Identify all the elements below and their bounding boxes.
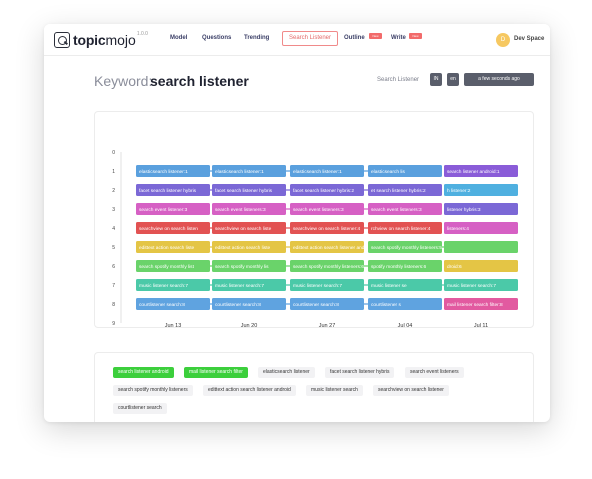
rank-pill-label: music listener search:7 [447, 283, 496, 289]
nav-model[interactable]: Model [170, 35, 187, 41]
nav-write[interactable]: Write [391, 35, 406, 41]
rank-pill-label: search spotify monthly listeners:5 [371, 245, 442, 251]
rank-pill-label: elasticsearch listener:1 [215, 169, 264, 175]
keyword-chip[interactable]: searchview on search listener [373, 385, 449, 396]
rank-pill-label: spotify monthly listeners:6 [371, 264, 427, 270]
y-tick-label: 8 [112, 302, 115, 308]
rank-pill-label: edittext action search listener andro [293, 245, 369, 251]
y-tick-label: 3 [112, 207, 115, 213]
keyword-value: search listener [150, 73, 249, 89]
nav-search-listener[interactable]: Search Listener [282, 31, 338, 46]
updated-chip: a few seconds ago [464, 73, 534, 86]
rank-pill-label: elasticsearch lis [371, 169, 405, 175]
keyword-label: Keyword: [94, 73, 153, 89]
logo[interactable]: topic mojo 1.0.0 [54, 31, 148, 49]
keyword-chip[interactable]: elasticsearch listener [258, 367, 315, 378]
rank-pill-label: search listener android:1 [447, 169, 500, 175]
rank-pill-label: search event listeners:3 [215, 207, 266, 213]
y-tick-label: 1 [112, 169, 115, 175]
rank-pill-label: facet search listener hybris [139, 188, 197, 194]
y-tick-label: 4 [112, 226, 115, 232]
rank-pill-label: courtlistener s [371, 302, 401, 308]
x-tick-label: Jun 13 [165, 323, 182, 329]
rank-pill-label: listener hybris:3 [447, 207, 481, 213]
x-tick-label: Jun 20 [241, 323, 258, 329]
rank-pill-label: edittext action search liste [139, 245, 195, 251]
tool-name: Search Listener [377, 77, 420, 83]
rank-pill-label: listeners:4 [447, 226, 469, 232]
rank-pill-label: search event listeners:3 [293, 207, 344, 213]
rank-pill [444, 241, 518, 253]
rank-chart: 0 1 2 3 4 5 6 7 8 9 elasticsearch listener:1 elasti… [112, 150, 518, 341]
write-new-badge: New [409, 33, 422, 39]
rank-pill-label: elasticsearch listener:1 [139, 169, 188, 175]
rank-pill-label: h listener:2 [447, 188, 471, 194]
app-version: 1.0.0 [136, 31, 148, 37]
x-tick-label: Jun 27 [319, 323, 336, 329]
rank-pill-label: search spotify monthly lis [215, 264, 269, 270]
rank-chart-card: 0 1 2 3 4 5 6 7 8 9 elasticsearch listener:1 elasti… [94, 111, 534, 341]
rank-pill-label: music listener se [371, 283, 407, 289]
rank-pill-label: search event listeners:3 [371, 207, 422, 213]
rank-pill-label: music listener search:7 [139, 283, 188, 289]
outline-new-badge: New [369, 33, 382, 39]
rank-pill-label: droid:6 [447, 264, 462, 270]
keyword-chips-card: search listener android mail listener sea… [94, 352, 534, 422]
top-nav: topic mojo 1.0.0 Model Questions Trendin… [44, 24, 550, 56]
keyword-chip[interactable]: mail listener search filter [184, 367, 248, 378]
y-tick-label: 5 [112, 245, 115, 251]
rank-pill-label: et search listener hybris:2 [371, 188, 426, 194]
rank-pill-label: facet search listener hybris [215, 188, 273, 194]
keyword-chip[interactable]: search listener android [113, 367, 174, 378]
nav-questions[interactable]: Questions [202, 35, 231, 41]
rank-pill-label: elasticsearch listener:1 [293, 169, 342, 175]
rank-pill-label: rchview on search listener:4 [371, 226, 431, 232]
rank-pill-label: searchview on search listen [139, 226, 198, 232]
user-name[interactable]: Dev Space [514, 36, 544, 42]
language-chip[interactable]: en [447, 73, 459, 86]
rank-pill-label: courtlistener search:8 [139, 302, 185, 308]
avatar[interactable]: D [496, 33, 510, 47]
keyword-chip[interactable]: music listener search [306, 385, 363, 396]
rank-pill-label: music listener search:7 [215, 283, 264, 289]
rank-pill-label: searchview on search listener:4 [293, 226, 361, 232]
rank-pill-label: search spotify monthly listeners:6 [293, 264, 364, 270]
rank-pill-label: facet search listener hybris:2 [293, 188, 354, 194]
keyword-chip[interactable]: edittext action search listener android [203, 385, 296, 396]
nav-trending[interactable]: Trending [244, 35, 269, 41]
y-tick-label: 2 [112, 188, 115, 194]
keyword-chip[interactable]: courtlistener search [113, 403, 167, 414]
rank-pill-label: search spotify monthly list [139, 264, 195, 270]
y-tick-label: 6 [112, 264, 115, 270]
y-tick-label: 0 [112, 150, 115, 156]
nav-outline[interactable]: Outline [344, 35, 365, 41]
rank-pill-label: music listener search:7 [293, 283, 342, 289]
x-tick-label: Jul 11 [474, 323, 488, 329]
logo-icon [54, 32, 70, 48]
logo-text-strong: topic [73, 32, 106, 48]
rank-pill-label: search event listener:3 [139, 207, 188, 213]
y-tick-label: 7 [112, 283, 115, 289]
x-tick-label: Jul 04 [398, 323, 413, 329]
country-chip[interactable]: IN [430, 73, 442, 86]
rank-pill-label: edittext action search liste [215, 245, 271, 251]
keyword-chip[interactable]: search spotify monthly listeners [113, 385, 193, 396]
y-tick-label: 9 [112, 321, 115, 327]
rank-pill-label: searchview on search liste [215, 226, 272, 232]
app-window: topic mojo 1.0.0 Model Questions Trendin… [44, 24, 550, 422]
logo-text-light: mojo [105, 32, 136, 48]
rank-pill-label: courtlistener search:8 [215, 302, 261, 308]
rank-pill-label: courtlistener search:8 [293, 302, 339, 308]
rank-pill-label: mail listener search filter:8 [447, 302, 503, 308]
keyword-chip[interactable]: search event listeners [405, 367, 464, 378]
keyword-chip[interactable]: facet search listener hybris [325, 367, 395, 378]
